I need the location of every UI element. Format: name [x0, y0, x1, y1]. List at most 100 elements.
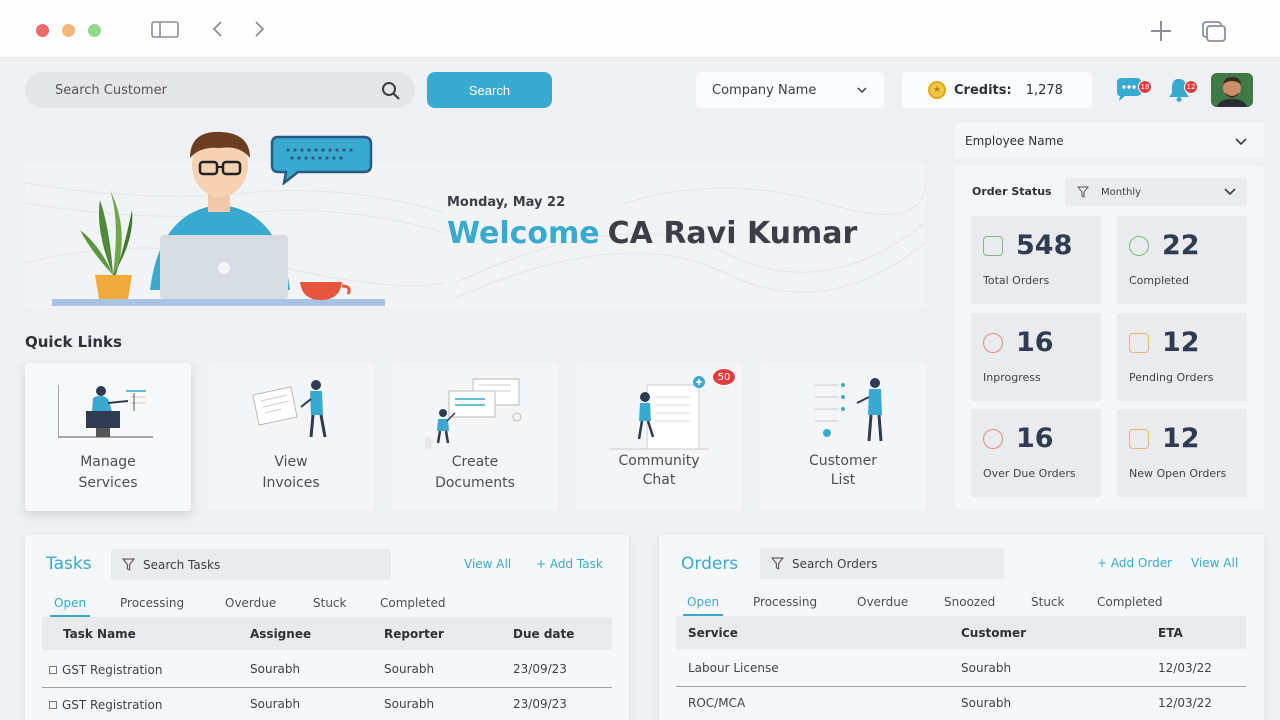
- employee-name-label: Employee Name: [965, 133, 1064, 148]
- close-window-button[interactable]: [36, 24, 49, 37]
- orders-tab-overdue[interactable]: Overdue: [857, 595, 908, 609]
- tabs-overview-icon[interactable]: [1200, 18, 1228, 48]
- quick-link-label: Community: [618, 453, 700, 469]
- service-cell: Labour License: [688, 661, 779, 675]
- column-header: Task Name: [63, 627, 136, 641]
- add-task-link[interactable]: + Add Task: [536, 557, 603, 571]
- column-header: Due date: [513, 627, 575, 641]
- task-search-placeholder: Search Tasks: [143, 557, 221, 572]
- stat-completed[interactable]: 22 Completed: [1117, 216, 1247, 304]
- forward-arrow-icon[interactable]: [251, 18, 267, 44]
- minimize-window-button[interactable]: [62, 24, 75, 37]
- back-arrow-icon[interactable]: [210, 18, 226, 44]
- speech-bubble-icon: [270, 135, 373, 185]
- customer-search-input[interactable]: [55, 72, 375, 108]
- progress-icon: [983, 333, 1003, 353]
- quick-links-heading: Quick Links: [25, 333, 122, 351]
- stat-value: 22: [1162, 230, 1200, 261]
- orders-view-all-link[interactable]: View All: [1191, 556, 1238, 570]
- user-avatar[interactable]: [1211, 73, 1253, 107]
- filter-icon: [1076, 186, 1090, 201]
- chevron-down-icon: [856, 84, 868, 100]
- overdue-icon: [983, 429, 1003, 449]
- stat-total-orders[interactable]: 548 Total Orders: [971, 216, 1101, 304]
- order-search-placeholder: Search Orders: [792, 556, 878, 571]
- orders-tab-processing[interactable]: Processing: [753, 595, 817, 609]
- assignee-cell: Sourabh: [250, 662, 301, 676]
- chat-notification-button[interactable]: 18: [1113, 76, 1152, 108]
- new-tab-plus-icon[interactable]: [1148, 18, 1174, 48]
- column-header: ETA: [1158, 626, 1183, 640]
- current-date: Monday, May 22: [447, 195, 566, 210]
- quick-link-view-invoices[interactable]: View Invoices: [208, 363, 374, 511]
- stat-value: 16: [1016, 423, 1054, 454]
- new-document-icon: [1129, 429, 1149, 449]
- stat-overdue-orders[interactable]: 16 Over Due Orders: [971, 409, 1101, 497]
- window-titlebar: [0, 0, 1280, 58]
- search-icon[interactable]: [381, 81, 401, 105]
- check-circle-icon: [1129, 236, 1149, 256]
- stat-pending-orders[interactable]: 12 Pending Orders: [1117, 313, 1247, 401]
- period-filter-dropdown[interactable]: Monthly: [1065, 178, 1247, 206]
- quick-link-label: Invoices: [262, 475, 320, 491]
- tasks-tab-open[interactable]: Open: [49, 596, 91, 617]
- tasks-tab-processing[interactable]: Processing: [120, 596, 184, 610]
- eta-cell: 12/03/22: [1158, 661, 1212, 675]
- company-name-dropdown[interactable]: Company Name: [696, 72, 884, 108]
- orders-tab-open[interactable]: Open: [682, 595, 724, 616]
- orders-tab-snoozed[interactable]: Snoozed: [944, 595, 995, 609]
- tasks-tab-overdue[interactable]: Overdue: [225, 596, 276, 610]
- tasks-tab-stuck[interactable]: Stuck: [313, 596, 346, 610]
- quick-link-label: Documents: [435, 475, 515, 491]
- maximize-window-button[interactable]: [88, 24, 101, 37]
- task-name-cell: GST Registration: [49, 663, 162, 677]
- tasks-tab-completed[interactable]: Completed: [380, 596, 445, 610]
- task-name-cell: GST Registration: [49, 698, 162, 712]
- coin-icon: ★: [928, 81, 946, 99]
- service-cell: ROC/MCA: [688, 696, 746, 710]
- community-chat-badge: 50: [712, 368, 736, 386]
- customer-cell: Sourabh: [961, 696, 1012, 710]
- row-divider: [676, 686, 1246, 687]
- employee-name-dropdown[interactable]: Employee Name: [955, 123, 1264, 158]
- customer-search-box: [25, 72, 415, 108]
- period-filter-value: Monthly: [1101, 186, 1142, 198]
- tasks-view-all-link[interactable]: View All: [464, 557, 511, 571]
- orders-table-header: Service Customer ETA: [676, 616, 1246, 649]
- community-chat-illustration: [609, 376, 709, 450]
- orders-tab-stuck[interactable]: Stuck: [1031, 595, 1064, 609]
- eta-cell: 12/03/22: [1158, 696, 1212, 710]
- orders-tab-completed[interactable]: Completed: [1097, 595, 1162, 609]
- quick-link-community-chat[interactable]: 50 Community Chat: [576, 363, 742, 511]
- order-search-field[interactable]: Search Orders: [760, 548, 1004, 579]
- customer-cell: Sourabh: [961, 661, 1012, 675]
- stat-new-open-orders[interactable]: 12 New Open Orders: [1117, 409, 1247, 497]
- customer-list-illustration: [815, 378, 883, 442]
- stat-value: 16: [1016, 327, 1054, 358]
- credits-display: ★ Credits: 1,278: [902, 72, 1092, 108]
- search-button[interactable]: Search: [427, 72, 552, 108]
- add-order-link[interactable]: + Add Order: [1097, 556, 1172, 570]
- stat-inprogress[interactable]: 16 Inprogress: [971, 313, 1101, 401]
- task-search-field[interactable]: Search Tasks: [111, 549, 391, 580]
- stat-value: 12: [1162, 327, 1200, 358]
- welcome-heading: Welcome CA Ravi Kumar: [447, 216, 857, 251]
- quick-link-label: Services: [78, 475, 138, 491]
- stat-value: 12: [1162, 423, 1200, 454]
- credits-label: Credits:: [954, 82, 1012, 98]
- quick-link-label: Customer: [808, 453, 877, 469]
- bell-notification-button[interactable]: 12: [1165, 76, 1198, 108]
- stat-caption: New Open Orders: [1129, 467, 1227, 480]
- row-checkbox[interactable]: [49, 666, 57, 674]
- filter-icon: [121, 558, 136, 574]
- pending-document-icon: [1129, 333, 1149, 353]
- quick-link-customer-list[interactable]: Customer List: [760, 363, 926, 511]
- order-status-title: Order Status: [972, 185, 1052, 198]
- quick-link-create-documents[interactable]: Create Documents: [392, 363, 558, 511]
- reporter-cell: Sourabh: [384, 662, 435, 676]
- tasks-table-header: Task Name Assignee Reporter Due date: [42, 617, 612, 650]
- quick-link-manage-services[interactable]: Manage Services: [25, 363, 191, 511]
- column-header: Service: [688, 626, 738, 640]
- sidebar-toggle-icon[interactable]: [150, 18, 180, 44]
- row-checkbox[interactable]: [49, 701, 57, 709]
